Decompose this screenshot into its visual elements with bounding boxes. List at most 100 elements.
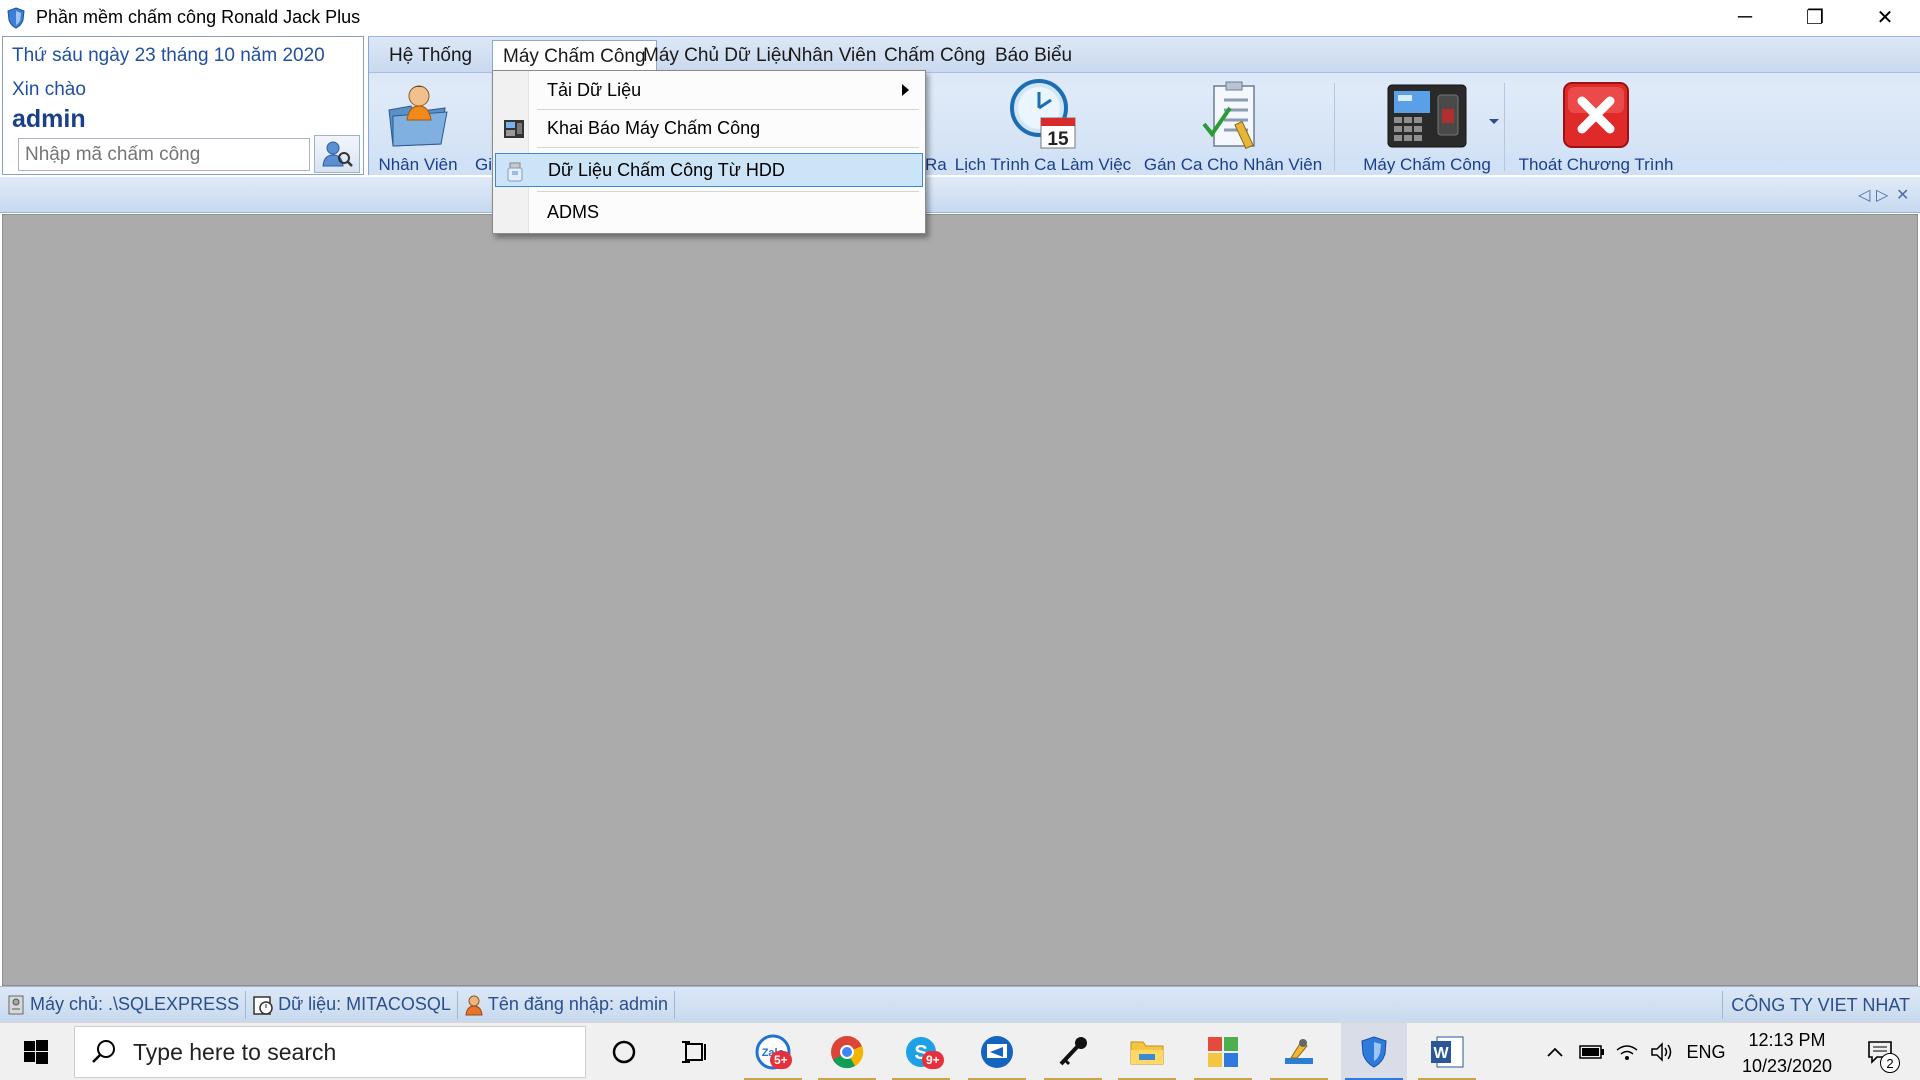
- windows-start-icon: [24, 1040, 48, 1064]
- company-name: CÔNG TY VIET NHAT: [1722, 991, 1910, 1019]
- attendance-code-input[interactable]: [18, 138, 310, 171]
- document-tab-strip: ◁ ▷ ✕: [0, 177, 1920, 213]
- key-icon: [1059, 1037, 1087, 1066]
- menu-item-du-lieu-hdd[interactable]: Dữ Liệu Chấm Công Từ HDD: [495, 153, 923, 187]
- thoat-chuong-trinh-label: Thoát Chương Trình: [1518, 155, 1674, 174]
- clock-calendar-icon: 15: [1010, 79, 1076, 150]
- user-info-panel: Thứ sáu ngày 23 tháng 10 năm 2020 Xin ch…: [2, 36, 364, 175]
- calendar-day: 15: [1047, 129, 1069, 150]
- zalo-taskbar-button[interactable]: Zalo 5+: [740, 1023, 806, 1080]
- task-view-icon: [682, 1041, 706, 1063]
- chrome-icon: [831, 1036, 864, 1069]
- clock-date: 10/23/2020: [1741, 1056, 1833, 1076]
- menu-separator: [537, 109, 919, 110]
- menu-item-khai-bao-may[interactable]: Khai Báo Máy Chấm Công: [495, 111, 923, 145]
- menu-bar: Hệ Thống Máy Chấm Công Máy Chủ Dữ Liệu N…: [369, 37, 1920, 73]
- action-center-button[interactable]: 2: [1854, 1023, 1906, 1080]
- key-app-taskbar-button[interactable]: [1040, 1023, 1106, 1080]
- scroll-right-icon[interactable]: ▷: [1876, 185, 1888, 205]
- chrome-taskbar-button[interactable]: [814, 1023, 880, 1080]
- menu-item-label: Khai Báo Máy Chấm Công: [547, 117, 761, 138]
- battery-button[interactable]: [1576, 1023, 1608, 1080]
- close-tab-icon[interactable]: ✕: [1896, 185, 1909, 205]
- may-cham-cong-label: Máy Chấm Công: [1363, 155, 1491, 174]
- tab-may-cham-cong[interactable]: Máy Chấm Công: [492, 40, 657, 73]
- file-explorer-taskbar-button[interactable]: [1114, 1023, 1180, 1080]
- tab-cham-cong[interactable]: Chấm Công: [874, 40, 995, 71]
- gi-partial-label: Gi: [475, 155, 492, 174]
- menu-item-label: Dữ Liệu Chấm Công Từ HDD: [548, 159, 785, 180]
- menu-item-label: ADMS: [547, 201, 600, 222]
- may-cham-cong-dropdown: Tải Dữ Liệu Khai Báo Máy Chấm Công Dữ Li…: [492, 70, 926, 234]
- zalo-badge: 5+: [770, 1051, 792, 1069]
- database-label: Dữ liệu: MITACOSQL: [278, 994, 451, 1014]
- server-status: Máy chủ: .\SQLEXPRESS: [0, 990, 247, 1019]
- app-shield-icon: [7, 6, 25, 29]
- chevron-up-icon: [1547, 1047, 1563, 1057]
- app-window: Phần mềm chấm công Ronald Jack Plus ─ ❐ …: [0, 0, 1920, 1080]
- menu-item-tai-du-lieu[interactable]: Tải Dữ Liệu: [495, 73, 923, 107]
- close-button[interactable]: ✕: [1850, 0, 1920, 35]
- lich-trinh-ca-label: Lịch Trình Ca Làm Việc: [954, 155, 1132, 174]
- shield-app-icon: [1361, 1036, 1387, 1068]
- search-placeholder: Type here to search: [133, 1038, 337, 1065]
- gan-ca-label: Gán Ca Cho Nhân Viên: [1143, 155, 1323, 174]
- tab-bao-bieu[interactable]: Báo Biểu: [985, 40, 1082, 71]
- login-status: Tên đăng nhập: admin: [458, 990, 675, 1019]
- submenu-arrow-icon: [902, 84, 909, 96]
- teamviewer-icon: [981, 1036, 1013, 1068]
- volume-button[interactable]: [1646, 1023, 1678, 1080]
- attendance-app-taskbar-button[interactable]: [1341, 1023, 1407, 1080]
- ribbon-separator: [1334, 83, 1335, 171]
- tab-nhan-vien[interactable]: Nhân Viên: [778, 40, 886, 71]
- database-icon: [253, 995, 273, 1015]
- svg-text:W: W: [1433, 1045, 1449, 1062]
- task-view-button[interactable]: [663, 1023, 729, 1080]
- title-bar: Phần mềm chấm công Ronald Jack Plus ─ ❐ …: [0, 0, 1920, 35]
- word-icon: W: [1431, 1036, 1464, 1068]
- skype-badge: 9+: [922, 1051, 944, 1069]
- cortana-button[interactable]: [591, 1023, 657, 1080]
- control-panel-taskbar-button[interactable]: [1190, 1023, 1256, 1080]
- minimize-button[interactable]: ─: [1710, 0, 1780, 35]
- control-panel-icon: [1208, 1037, 1238, 1067]
- server-label: Máy chủ: .\SQLEXPRESS: [30, 994, 240, 1014]
- lich-trinh-ca-button[interactable]: 15 Lịch Trình Ca Làm Việc: [953, 75, 1133, 175]
- login-label: Tên đăng nhập: admin: [487, 994, 668, 1014]
- tab-may-chu-du-lieu[interactable]: Máy Chủ Dữ Liệu: [633, 40, 802, 71]
- restore-button[interactable]: ❐: [1780, 0, 1850, 35]
- start-button[interactable]: [0, 1023, 72, 1080]
- greeting-text: Xin chào: [12, 79, 86, 100]
- user-search-button[interactable]: [314, 135, 360, 173]
- word-taskbar-button[interactable]: W: [1414, 1023, 1480, 1080]
- employee-folder-icon: [388, 85, 448, 147]
- nhan-vien-label: Nhân Viên: [378, 155, 458, 174]
- menu-item-label: Tải Dữ Liệu: [547, 79, 642, 100]
- input-language[interactable]: ENG: [1684, 1023, 1728, 1080]
- may-cham-cong-button[interactable]: Máy Chấm Công: [1349, 75, 1505, 175]
- server-icon: [8, 995, 24, 1014]
- device-dropdown-arrow-icon[interactable]: [1489, 119, 1499, 124]
- show-hidden-icons-button[interactable]: [1540, 1023, 1570, 1080]
- teamviewer-taskbar-button[interactable]: [964, 1023, 1030, 1080]
- main-workspace: [2, 214, 1918, 986]
- tab-he-thong[interactable]: Hệ Thống: [379, 40, 482, 71]
- thoat-chuong-trinh-button[interactable]: Thoát Chương Trình: [1511, 75, 1681, 175]
- wifi-button[interactable]: [1612, 1023, 1642, 1080]
- system-clock[interactable]: 12:13 PM 10/23/2020: [1730, 1027, 1844, 1079]
- database-status: Dữ liệu: MITACOSQL: [246, 990, 458, 1019]
- skype-taskbar-button[interactable]: S 9+: [888, 1023, 954, 1080]
- menu-item-adms[interactable]: ADMS: [495, 195, 923, 229]
- taskbar-search-box[interactable]: Type here to search: [74, 1026, 586, 1078]
- current-date: Thứ sáu ngày 23 tháng 10 năm 2020: [12, 45, 325, 66]
- checklist-icon: [1202, 81, 1255, 150]
- gan-ca-button[interactable]: Gán Ca Cho Nhân Viên: [1141, 75, 1325, 175]
- usb-drive-icon: [507, 162, 523, 182]
- tool-app-taskbar-button[interactable]: [1266, 1023, 1332, 1080]
- file-explorer-icon: [1130, 1041, 1164, 1065]
- tool-icon: [1285, 1039, 1313, 1064]
- scroll-left-icon[interactable]: ◁: [1858, 185, 1870, 205]
- menu-separator: [537, 191, 919, 192]
- nhan-vien-button[interactable]: Nhân Viên: [375, 75, 461, 175]
- clock-time: 12:13 PM: [1748, 1030, 1826, 1050]
